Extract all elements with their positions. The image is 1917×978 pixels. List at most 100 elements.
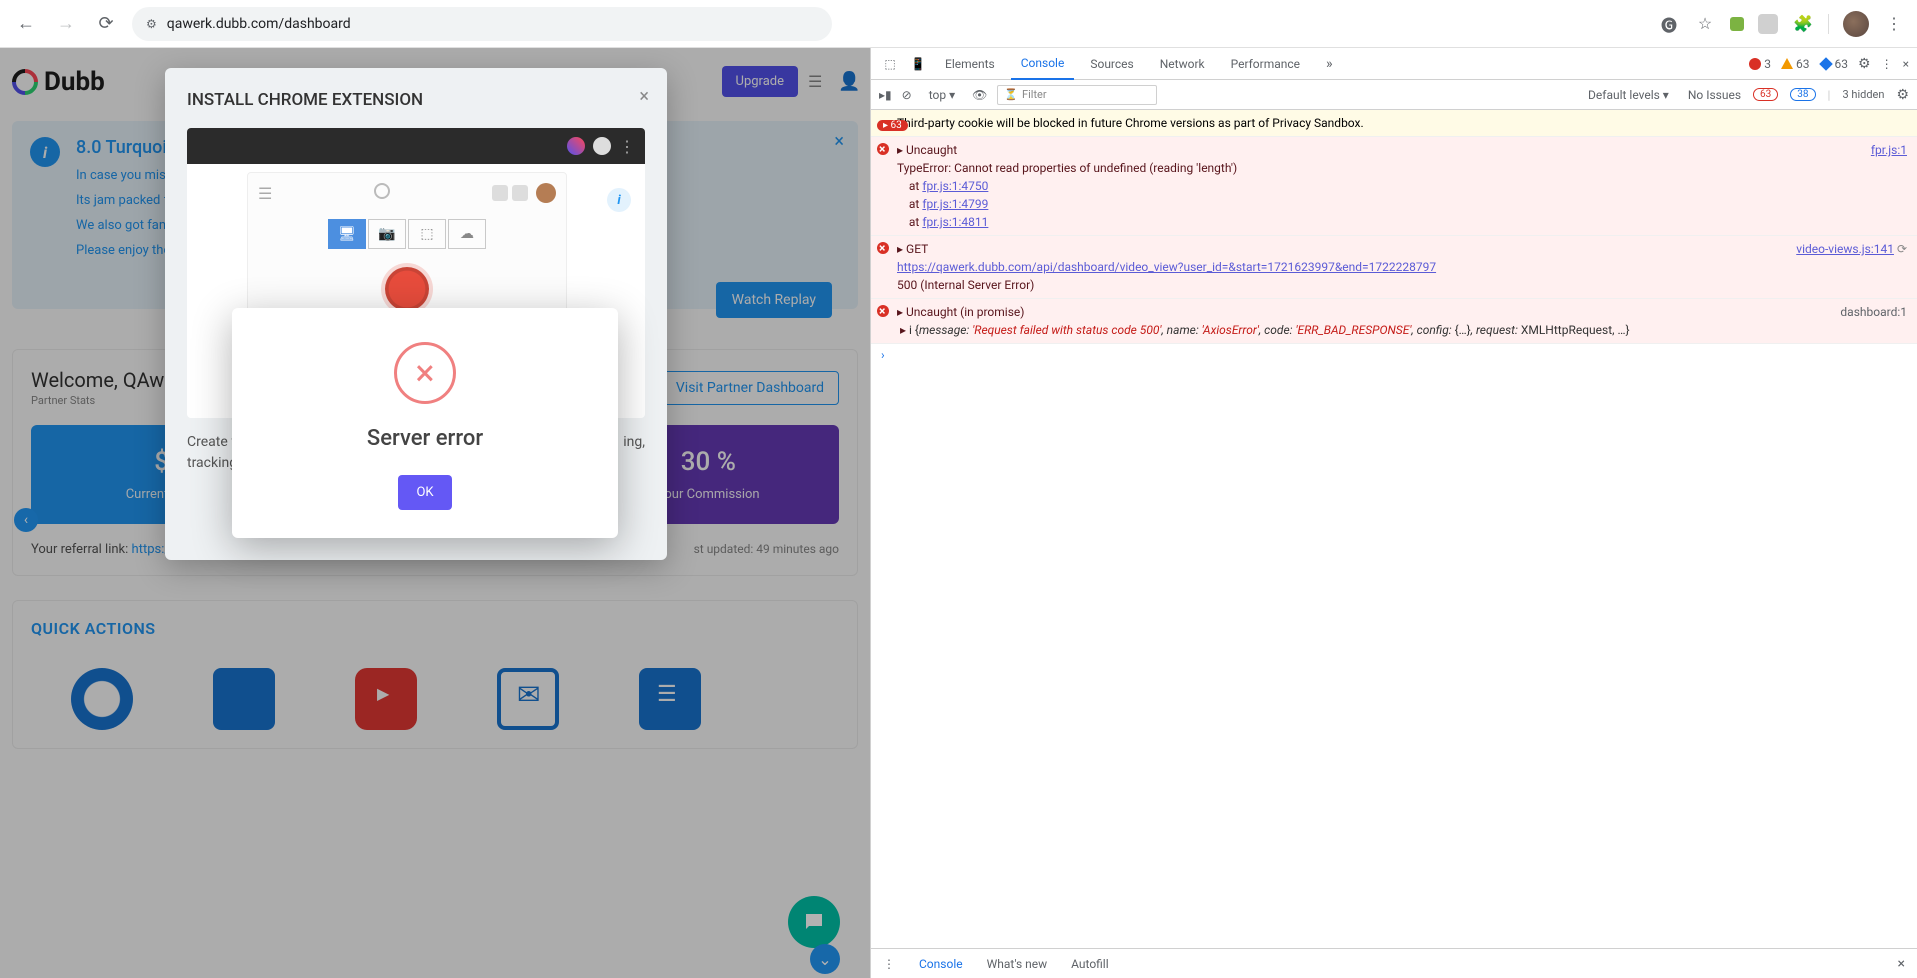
grid-icon <box>492 185 508 201</box>
error-title: Server error <box>252 426 598 451</box>
kebab-icon[interactable]: ⋮ <box>1881 57 1893 71</box>
server-error-modal: × Server error OK <box>232 308 618 538</box>
grid-icon <box>512 185 528 201</box>
source-link[interactable]: dashboard:1 <box>1840 303 1907 321</box>
log-object[interactable]: i {message: 'Request failed with status … <box>909 323 1630 337</box>
nav-reload[interactable]: ⟳ <box>92 10 120 38</box>
expand-icon[interactable]: ▸ <box>897 242 903 256</box>
filter-icon: ⏳ <box>1004 88 1018 101</box>
user-avatar-icon <box>536 183 556 203</box>
stack-link[interactable]: fpr.js:1:4811 <box>922 215 988 229</box>
repeat-count: ▸ 63 <box>877 120 908 131</box>
drawer-menu-icon[interactable]: ⋮ <box>883 957 895 971</box>
info-count[interactable]: 63 <box>1820 57 1849 71</box>
record-button-icon[interactable] <box>385 267 429 311</box>
console-log: ▸ 63 Third-party cookie will be blocked … <box>871 110 1917 948</box>
filter-input[interactable]: ⏳ Filter <box>997 85 1157 105</box>
console-toolbar: ▸▮ ⊘ top ▾ 👁 ⏳ Filter Default levels ▾ N… <box>871 80 1917 110</box>
clear-console-icon[interactable]: ⊘ <box>902 88 912 102</box>
url-text: qawerk.dubb.com/dashboard <box>167 16 351 32</box>
stack-link[interactable]: fpr.js:1:4750 <box>922 179 988 193</box>
hamburger-icon: ☰ <box>258 184 272 203</box>
chrome-menu-icon[interactable]: ⋮ <box>1883 13 1905 35</box>
log-message: 500 (Internal Server Error) <box>897 278 1034 292</box>
hidden-count: 3 hidden <box>1842 88 1884 101</box>
browser-chrome: ← → ⟳ ⚙ qawerk.dubb.com/dashboard 🅖 ☆ 🧩 … <box>0 0 1917 48</box>
error-count[interactable]: 3 <box>1749 57 1771 71</box>
extensions-icon[interactable]: 🧩 <box>1792 13 1814 35</box>
log-levels-selector[interactable]: Default levels ▾ <box>1581 85 1676 105</box>
drawer-tab-whatsnew[interactable]: What's new <box>987 957 1048 971</box>
kebab-icon: ⋮ <box>619 137 635 156</box>
modal-desc-tail: ing, <box>623 432 645 453</box>
mode-screen-icon[interactable]: 🖥 <box>328 219 366 249</box>
ext-icon <box>567 137 585 155</box>
nav-back[interactable]: ← <box>12 10 40 38</box>
error-icon <box>877 143 889 155</box>
site-info-icon[interactable]: ⚙ <box>146 17 157 31</box>
extension-1-icon[interactable] <box>1730 17 1744 31</box>
translate-icon[interactable]: 🅖 <box>1658 13 1680 35</box>
issue-count[interactable]: 38 <box>1790 88 1815 101</box>
console-prompt[interactable]: › <box>871 344 1917 366</box>
tab-sources[interactable]: Sources <box>1080 49 1143 79</box>
devtools-panel: ⬚ 📱 Elements Console Sources Network Per… <box>870 48 1917 978</box>
drawer-close-icon[interactable]: × <box>1898 956 1905 972</box>
page-content: Dubb Upgrade ☰ 👤 i × 8.0 Turquois In cas… <box>0 48 870 978</box>
stack-link[interactable]: fpr.js:1:4799 <box>922 197 988 211</box>
tab-more[interactable]: » <box>1316 48 1343 80</box>
log-row-error[interactable]: dashboard:1 ▸ Uncaught (in promise) ▸ i … <box>871 299 1917 344</box>
tab-network[interactable]: Network <box>1150 49 1215 79</box>
extension-2-icon[interactable] <box>1758 14 1778 34</box>
close-devtools-icon[interactable]: × <box>1903 57 1909 71</box>
expand-icon[interactable]: ▸ <box>897 305 903 319</box>
source-link[interactable]: video-views.js:141 <box>1796 242 1894 256</box>
issue-count[interactable]: 63 <box>1753 88 1778 101</box>
expand-icon[interactable]: ▸ <box>900 323 906 337</box>
modal-desc: Create v <box>187 434 238 450</box>
dubb-mini-logo-icon <box>374 183 390 199</box>
url-bar[interactable]: ⚙ qawerk.dubb.com/dashboard <box>132 7 832 41</box>
error-icon <box>877 242 889 254</box>
error-icon: × <box>394 342 456 404</box>
settings-icon[interactable]: ⚙ <box>1858 56 1871 72</box>
drawer-tab-console[interactable]: Console <box>919 957 963 971</box>
tab-console[interactable]: Console <box>1011 48 1075 80</box>
extension-popup: ☰ 🖥 📷 ⬚ ☁ <box>247 172 567 322</box>
warning-count[interactable]: 63 <box>1781 57 1810 71</box>
log-row-error[interactable]: fpr.js:1 ▸ Uncaught TypeError: Cannot re… <box>871 137 1917 236</box>
tab-elements[interactable]: Elements <box>935 49 1005 79</box>
devtools-tabs: ⬚ 📱 Elements Console Sources Network Per… <box>871 48 1917 80</box>
profile-avatar[interactable] <box>1843 11 1869 37</box>
ext-icon <box>593 137 611 155</box>
toggle-sidebar-icon[interactable]: ▸▮ <box>879 88 892 102</box>
modal-close-icon[interactable]: × <box>639 86 649 107</box>
log-message: Third-party cookie will be blocked in fu… <box>897 116 1364 130</box>
nav-forward[interactable]: → <box>52 10 80 38</box>
info-icon[interactable]: i <box>607 188 631 212</box>
mode-camera-icon[interactable]: 📷 <box>368 219 406 249</box>
bookmark-icon[interactable]: ☆ <box>1694 13 1716 35</box>
modal-title: INSTALL CHROME EXTENSION <box>187 90 645 110</box>
log-row-warning[interactable]: ▸ 63 Third-party cookie will be blocked … <box>871 110 1917 137</box>
reload-icon[interactable]: ⟳ <box>1897 242 1907 256</box>
expand-icon[interactable]: ▸ <box>897 143 903 157</box>
divider <box>1828 14 1829 34</box>
ok-button[interactable]: OK <box>398 475 451 510</box>
context-selector[interactable]: top ▾ <box>922 85 962 105</box>
tab-performance[interactable]: Performance <box>1221 49 1310 79</box>
request-url[interactable]: https://qawerk.dubb.com/api/dashboard/vi… <box>897 260 1436 274</box>
device-toggle-icon[interactable]: 📱 <box>907 53 929 75</box>
inspect-icon[interactable]: ⬚ <box>879 53 901 75</box>
mode-window-icon[interactable]: ⬚ <box>408 219 446 249</box>
log-row-error[interactable]: video-views.js:141 ⟳ ▸ GET https://qawer… <box>871 236 1917 299</box>
no-issues-label: No Issues <box>1688 88 1741 102</box>
mode-cloud-icon[interactable]: ☁ <box>448 219 486 249</box>
browser-tab-bar: ⋮ <box>187 128 645 164</box>
drawer-tab-autofill[interactable]: Autofill <box>1071 957 1109 971</box>
devtools-drawer: ⋮ Console What's new Autofill × <box>871 948 1917 978</box>
live-expression-icon[interactable]: 👁 <box>972 88 987 102</box>
source-link[interactable]: fpr.js:1 <box>1871 143 1907 157</box>
error-icon <box>877 305 889 317</box>
console-settings-icon[interactable]: ⚙ <box>1896 87 1909 103</box>
